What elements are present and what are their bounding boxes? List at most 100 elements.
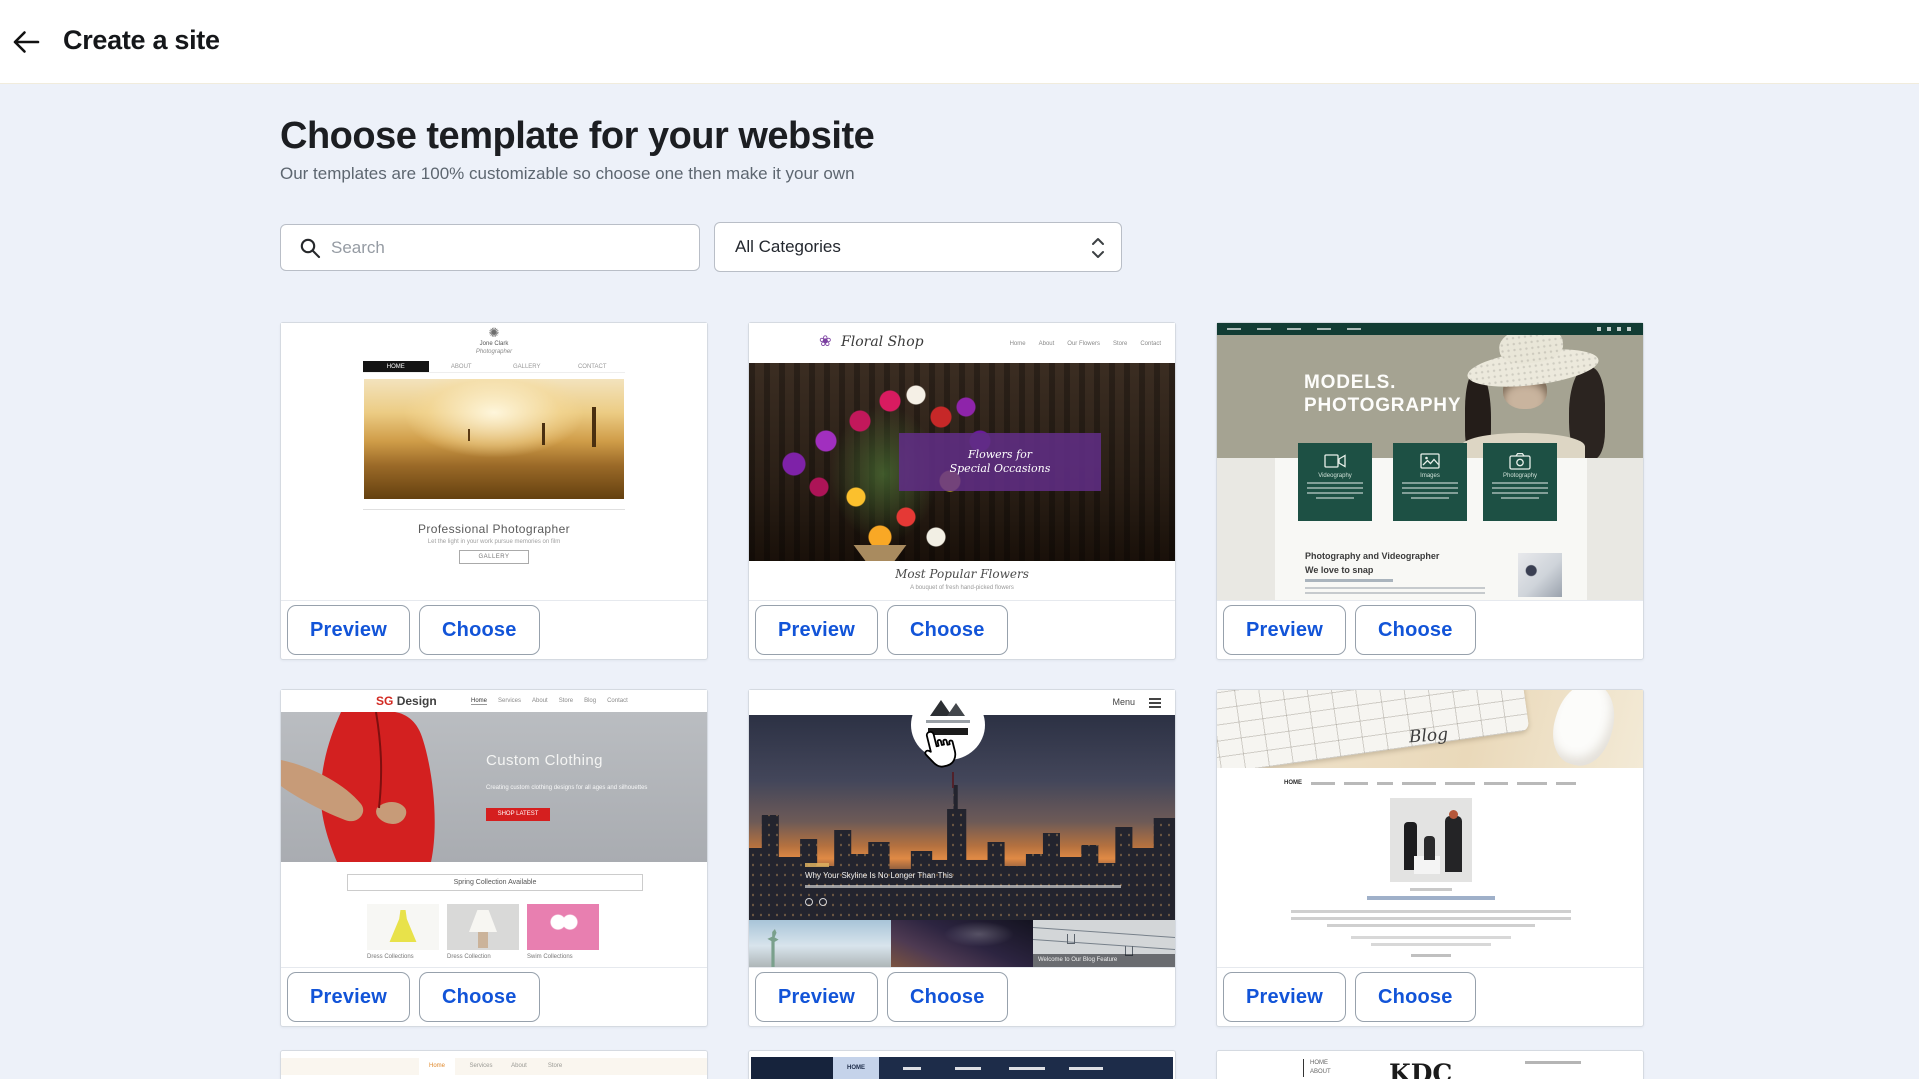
mini-logo-name: Jone Clark <box>363 341 625 347</box>
template-thumbnail-models-photography[interactable]: MODELS. PHOTOGRAPHY Videography Images <box>1217 323 1643 600</box>
feature-card-videography: Videography <box>1298 443 1372 521</box>
person <box>1424 836 1435 860</box>
mini-header: ❀ Floral Shop Home About Our Flowers Sto… <box>749 323 1175 363</box>
mini-header: Home Services About Store <box>281 1058 707 1075</box>
preview-button[interactable]: Preview <box>287 605 410 655</box>
mini-nav: HOME ABOUT GALLERY CONTACT <box>363 361 625 373</box>
aperture-logo-icon: ✺ <box>363 325 625 341</box>
mini-logo: Floral Shop <box>841 334 924 350</box>
text-bar <box>1351 936 1511 939</box>
thumbnail-caption: Welcome to Our Blog Feature <box>1033 954 1175 967</box>
mini-hero-title: MODELS. PHOTOGRAPHY <box>1304 371 1461 417</box>
feature-label: Videography <box>1298 473 1372 479</box>
template-card-travel-blog: Menu Why Your Skyline Is No Longer Than … <box>748 689 1176 1027</box>
preview-button[interactable]: Preview <box>1223 605 1346 655</box>
mini-section-title: Most Popular Flowers <box>749 567 1175 581</box>
template-thumbnail-sg-design[interactable]: SG Design Home Services About Store Blog… <box>281 690 707 967</box>
template-thumbnail-blog-keyboard[interactable]: Blog HOME <box>1217 690 1643 967</box>
mini-tab-active: Home <box>419 1058 455 1075</box>
preview-button[interactable]: Preview <box>287 972 410 1022</box>
search-box[interactable] <box>280 224 700 271</box>
choose-button[interactable]: Choose <box>1355 972 1476 1022</box>
image-icon <box>1418 451 1442 471</box>
mini-section: Most Popular Flowers A bouquet of fresh … <box>749 561 1175 600</box>
fence-post <box>542 423 545 445</box>
nav-text-bar <box>1445 782 1475 785</box>
yellow-dress <box>387 910 419 942</box>
choose-button[interactable]: Choose <box>887 972 1008 1022</box>
mini-nav-item <box>1227 328 1241 330</box>
mini-tab: Store <box>539 1058 571 1075</box>
mini-nav-item: About <box>532 698 548 705</box>
text-bar <box>1492 492 1548 494</box>
statue-of-liberty-photo <box>749 920 891 967</box>
category-select[interactable]: All Categories <box>714 222 1122 272</box>
text-bar <box>1307 492 1363 494</box>
choose-button[interactable]: Choose <box>419 605 540 655</box>
template-thumbnail-orange-tabs[interactable]: Home Services About Store <box>281 1051 707 1079</box>
card-actions: Preview Choose <box>749 967 1175 1026</box>
back-button[interactable] <box>8 28 44 58</box>
product-label: Dress Collection <box>447 954 519 960</box>
text-bar <box>1410 888 1452 891</box>
card-actions: Preview Choose <box>1217 967 1643 1026</box>
nav-text-bar <box>1311 782 1335 785</box>
mountain-icon <box>947 703 965 716</box>
keyboard-desk-photo: Blog <box>1217 690 1643 768</box>
mini-side-nav: HOME ABOUT <box>1310 1059 1331 1077</box>
statue <box>765 929 781 967</box>
mini-menu-label: Menu <box>1112 697 1135 707</box>
text-bar <box>1411 497 1449 499</box>
social-icon <box>1617 327 1621 331</box>
camera-icon <box>1508 451 1532 471</box>
template-thumbnail-kdc[interactable]: HOME ABOUT KDC <box>1217 1051 1643 1079</box>
text-bar <box>1305 587 1485 589</box>
template-grid-row-2: SG Design Home Services About Store Blog… <box>280 689 1644 1027</box>
card-actions: Preview Choose <box>749 600 1175 659</box>
choose-button[interactable]: Choose <box>1355 605 1476 655</box>
text-bar <box>1371 943 1491 946</box>
top-bar: Create a site <box>0 0 1919 84</box>
mini-nav-item <box>1317 328 1331 330</box>
card-actions: Preview Choose <box>281 600 707 659</box>
text-bar <box>1402 482 1458 484</box>
choose-button[interactable]: Choose <box>887 605 1008 655</box>
legs <box>478 932 488 948</box>
banner-line: Flowers for <box>899 448 1101 462</box>
template-thumbnail-travel-blog[interactable]: Menu Why Your Skyline Is No Longer Than … <box>749 690 1175 967</box>
create-site-page: Create a site Choose template for your w… <box>0 0 1919 1079</box>
choose-button[interactable]: Choose <box>419 972 540 1022</box>
mini-hero-title: Custom Clothing <box>486 752 603 769</box>
mini-logo: KDC <box>1389 1059 1452 1079</box>
text-bar <box>1305 579 1393 582</box>
mini-tab: About <box>503 1058 535 1075</box>
product-label: Dress Collections <box>367 954 439 960</box>
mini-header: HOME <box>751 1057 1173 1079</box>
text-bar <box>1367 896 1495 900</box>
preview-button[interactable]: Preview <box>755 972 878 1022</box>
template-thumbnail-navy-header[interactable]: HOME <box>749 1051 1175 1079</box>
template-thumbnail-floral-shop[interactable]: ❀ Floral Shop Home About Our Flowers Sto… <box>749 323 1175 600</box>
template-card-floral-shop: ❀ Floral Shop Home About Our Flowers Sto… <box>748 322 1176 660</box>
text-bar <box>805 885 1121 888</box>
text-bar <box>1402 487 1458 489</box>
preview-button[interactable]: Preview <box>755 605 878 655</box>
mini-tagline: Let the light in your work pursue memori… <box>363 539 625 545</box>
search-input[interactable] <box>331 226 691 269</box>
template-thumbnail-photographer[interactable]: ✺ Jone Clark Photographer HOME ABOUT GAL… <box>281 323 707 600</box>
feature-label: Images <box>1393 473 1467 479</box>
mini-tab: Services <box>463 1058 499 1075</box>
text-bar <box>1492 487 1548 489</box>
feature-card-photography: Photography <box>1483 443 1557 521</box>
chairlift <box>1067 934 1075 944</box>
video-icon <box>1323 451 1347 471</box>
mini-nav-item <box>1287 328 1301 330</box>
nav-text-bar <box>1009 1067 1045 1070</box>
text-bar <box>1411 954 1451 957</box>
preview-button[interactable]: Preview <box>1223 972 1346 1022</box>
mini-script-title: Blog <box>1408 725 1448 748</box>
mini-headline: Why Your Skyline Is No Longer Than This <box>805 871 953 880</box>
blog-thumbnails-strip: Welcome to Our Blog Feature <box>749 920 1175 967</box>
mini-logo: SG Design <box>376 694 437 708</box>
mini-section-heading: Photography and Videographer <box>1305 551 1439 561</box>
